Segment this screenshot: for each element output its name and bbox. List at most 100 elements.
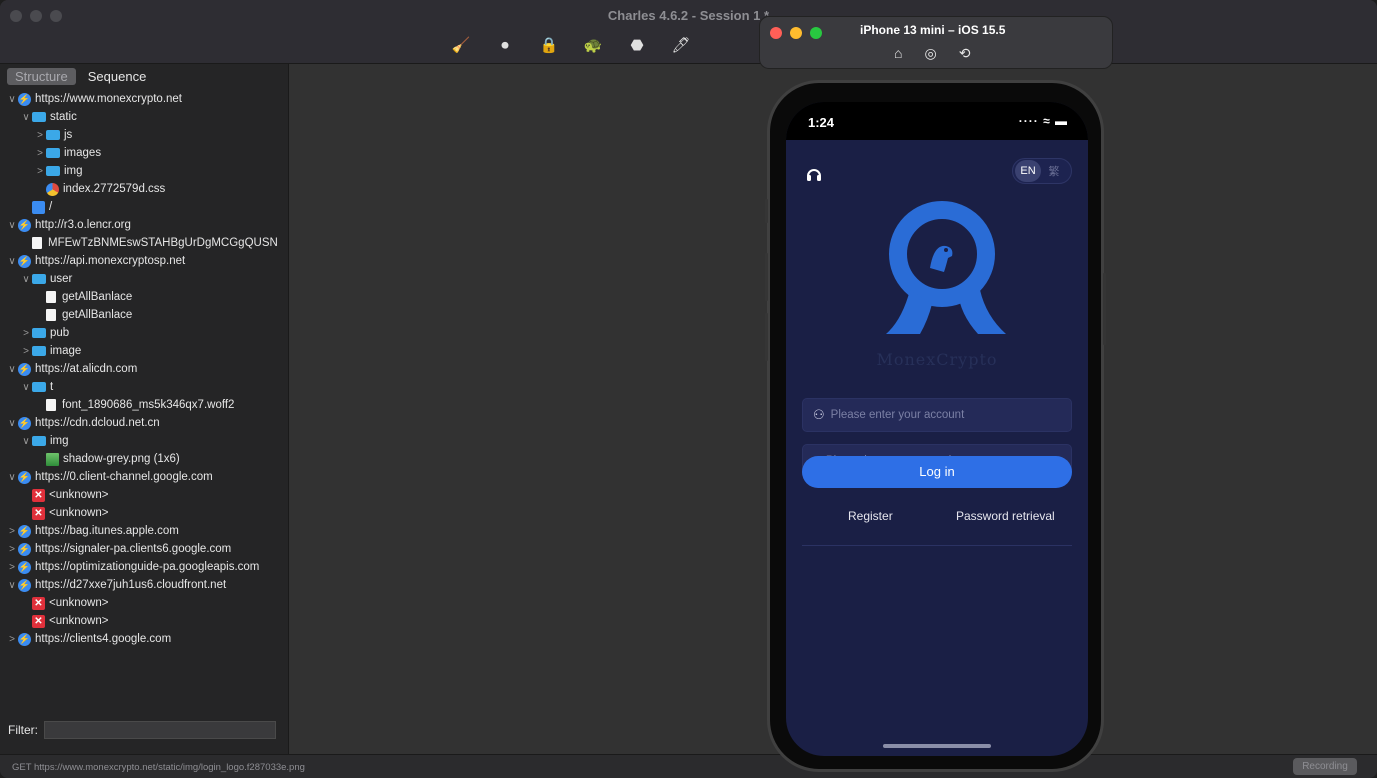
tree-row[interactable]: ✕ <unknown> [0,486,289,504]
disclosure-chevron-icon[interactable]: > [34,166,46,177]
disclosure-chevron-icon[interactable]: > [6,634,18,645]
tree-row[interactable]: ∨ ⚡ https://0.client-channel.google.com [0,468,289,486]
record-button[interactable]: ⏺ [494,34,516,56]
register-link[interactable]: Register [848,509,893,523]
tree-row[interactable]: ✕ <unknown> [0,594,289,612]
disclosure-chevron-icon[interactable]: ∨ [20,274,32,285]
tab-sequence[interactable]: Sequence [80,68,155,85]
disclosure-chevron-icon[interactable]: > [6,544,18,555]
tree-row[interactable]: ∨ ⚡ https://www.monexcrypto.net [0,90,289,108]
simulator-zoom-button[interactable] [810,27,822,39]
charles-titlebar: Charles 4.6.2 - Session 1 * 🧹 ⏺ 🔒 🐢 ⬣ 🖊 [0,0,1377,64]
globe-icon: ⚡ [18,542,31,556]
disclosure-chevron-icon[interactable]: > [20,328,32,339]
tree-row[interactable]: > img [0,162,289,180]
disclosure-chevron-icon[interactable]: ∨ [20,436,32,447]
tree-row[interactable]: ∨ ⚡ https://cdn.dcloud.net.cn [0,414,289,432]
home-icon[interactable]: ⌂ [894,45,902,62]
tab-structure[interactable]: Structure [7,68,76,85]
disclosure-chevron-icon[interactable]: ∨ [20,112,32,123]
tree-row-label: img [64,165,83,177]
tree-row[interactable]: > image [0,342,289,360]
disclosure-chevron-icon[interactable]: ∨ [6,472,18,483]
globe-icon: ⚡ [18,362,31,376]
tree-row[interactable]: ∨ ⚡ https://at.alicdn.com [0,360,289,378]
disclosure-chevron-icon[interactable]: ∨ [6,256,18,267]
disclosure-chevron-icon[interactable]: ∨ [6,94,18,105]
login-button[interactable]: Log in [802,456,1072,488]
tree-row-label: <unknown> [49,615,109,627]
phone-screen: 1:24 ···· ≈ ▬ EN 繁 MonexCrypto ⚇ 🔒︎ Log … [786,102,1088,756]
globe-icon: ⚡ [18,254,31,268]
tree-row[interactable]: getAllBanlace [0,306,289,324]
tree-row[interactable]: ∨ ⚡ https://api.monexcryptosp.net [0,252,289,270]
tree-row[interactable]: ∨ user [0,270,289,288]
tree-row[interactable]: > ⚡ https://clients4.google.com [0,630,289,648]
disclosure-chevron-icon[interactable]: ∨ [20,382,32,393]
tree-row[interactable]: getAllBanlace [0,288,289,306]
account-field[interactable]: ⚇ [802,398,1072,432]
password-retrieval-link[interactable]: Password retrieval [956,509,1055,523]
filter-input[interactable] [44,721,276,739]
file-icon [32,237,42,249]
language-switch[interactable]: EN 繁 [1012,158,1072,184]
simulator-minimize-button[interactable] [790,27,802,39]
tree-row-label: user [50,273,73,285]
broom-button[interactable]: 🧹 [450,34,472,56]
tree-row[interactable]: ∨ ⚡ https://d27xxe7juh1us6.cloudfront.net [0,576,289,594]
lock-button[interactable]: 🔒 [538,34,560,56]
pen-button[interactable]: 🖊 [670,34,692,56]
headset-icon[interactable] [806,166,822,189]
tree-row-label: index.2772579d.css [63,183,166,195]
window-title: Charles 4.6.2 - Session 1 * [607,8,770,23]
file-icon [46,291,56,303]
disclosure-chevron-icon[interactable]: > [34,148,46,159]
language-zh-hant[interactable]: 繁 [1041,163,1067,179]
filter-bar: Filter: [0,718,289,742]
screenshot-icon[interactable]: ◎ [924,45,936,62]
recording-button[interactable]: Recording [1293,758,1357,775]
divider [802,545,1072,546]
volume-up-button [765,253,768,301]
tree-row[interactable]: MFEwTzBNMEswSTAHBgUrDgMCGgQUSN [0,234,289,252]
err-icon: ✕ [32,488,45,502]
language-en[interactable]: EN [1015,160,1041,182]
disclosure-chevron-icon[interactable]: ∨ [6,220,18,231]
tree-row[interactable]: ✕ <unknown> [0,504,289,522]
stop-hexagon-button[interactable]: ⬣ [626,34,648,56]
tree-row[interactable]: ✕ <unknown> [0,612,289,630]
disclosure-chevron-icon[interactable]: ∨ [6,580,18,591]
simulator-close-button[interactable] [770,27,782,39]
simulator-title: iPhone 13 mini – iOS 15.5 [860,23,1006,37]
tree-row[interactable]: > js [0,126,289,144]
tree-row[interactable]: > ⚡ https://bag.itunes.apple.com [0,522,289,540]
tree-row[interactable]: > pub [0,324,289,342]
tree-row[interactable]: > images [0,144,289,162]
rotate-icon[interactable]: ⟲ [959,45,971,62]
disclosure-chevron-icon[interactable]: > [20,346,32,357]
tree-row[interactable]: / [0,198,289,216]
tree-row[interactable]: ∨ ⚡ http://r3.o.lencr.org [0,216,289,234]
tree-row[interactable]: ∨ static [0,108,289,126]
tree-row-label: js [64,129,73,141]
disclosure-chevron-icon[interactable]: ∨ [6,364,18,375]
tree-row-label: https://at.alicdn.com [35,363,138,375]
tree-row[interactable]: font_1890686_ms5k346qx7.woff2 [0,396,289,414]
simulator-window-controls [770,27,822,39]
home-indicator[interactable] [883,744,991,748]
tree-row[interactable]: ∨ t [0,378,289,396]
tree-row[interactable]: index.2772579d.css [0,180,289,198]
tree-row[interactable]: > ⚡ https://signaler-pa.clients6.google.co… [0,540,289,558]
mute-switch [765,199,768,223]
tree-row[interactable]: ∨ img [0,432,289,450]
disclosure-chevron-icon[interactable]: > [34,130,46,141]
css-icon [46,182,59,196]
turtle-button[interactable]: 🐢 [582,34,604,56]
disclosure-chevron-icon[interactable]: > [6,562,18,573]
account-input[interactable] [830,409,1051,421]
tree-row[interactable]: shadow-grey.png (1x6) [0,450,289,468]
tree-row-label: t [50,381,54,393]
disclosure-chevron-icon[interactable]: ∨ [6,418,18,429]
tree-row[interactable]: > ⚡ https://optimizationguide-pa.googleapi… [0,558,289,576]
disclosure-chevron-icon[interactable]: > [6,526,18,537]
